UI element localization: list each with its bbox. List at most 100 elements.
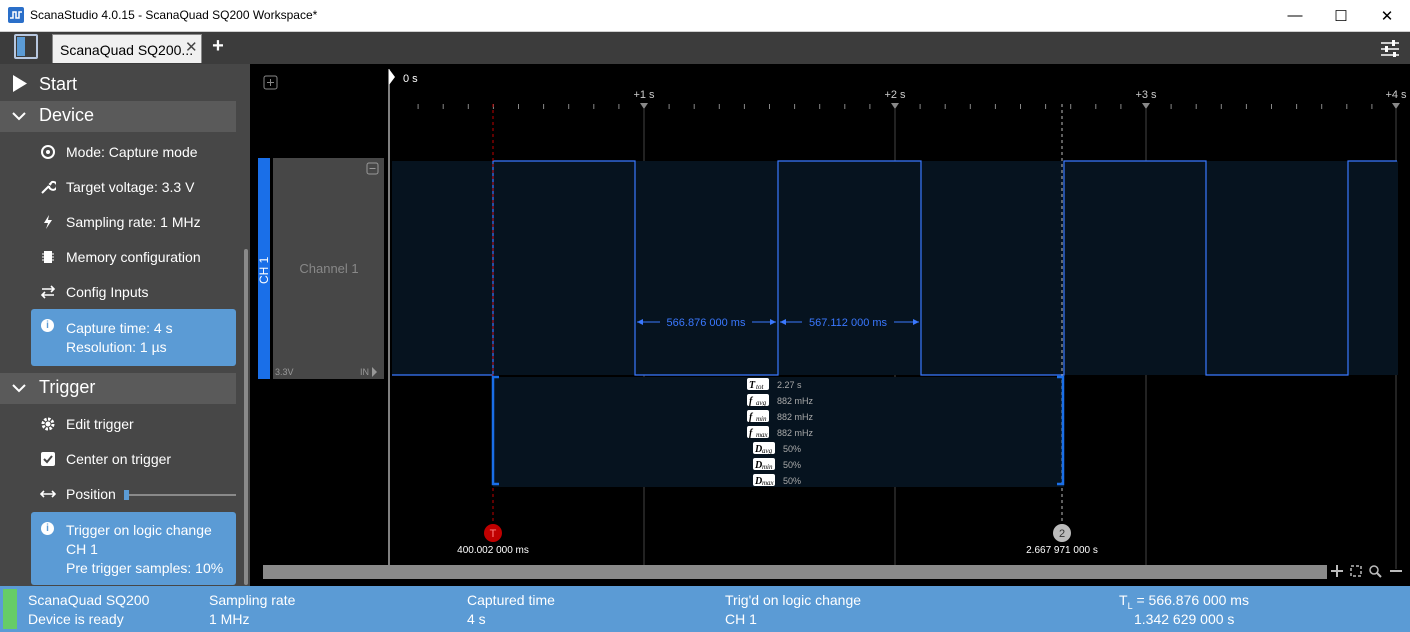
add-tab-button[interactable]: + xyxy=(208,34,228,58)
mode-item[interactable]: Mode: Capture mode xyxy=(40,142,198,162)
app-logo-icon xyxy=(8,7,24,23)
stat-key: D xyxy=(754,460,762,471)
channel-voltage: 3.3V xyxy=(275,367,294,377)
trigger-status-title: Trig'd on logic change xyxy=(725,592,862,608)
stat-value: 2.27 s xyxy=(777,380,802,390)
stat-key-sub: max xyxy=(762,479,775,487)
fit-to-screen-icon[interactable] xyxy=(1350,565,1362,577)
waveform-canvas: 0 s +1 s +2 s +3 s +4 s CH 1 Channel 1 3… xyxy=(257,69,1407,579)
resolution-text: Resolution: 1 µs xyxy=(66,339,167,355)
cursor2-marker[interactable]: 2 2.667 971 000 s xyxy=(1026,524,1098,556)
checkbox-icon[interactable] xyxy=(40,451,56,467)
start-section[interactable]: Start xyxy=(0,68,236,100)
expand-all-icon[interactable] xyxy=(263,75,278,90)
zoom-in-icon[interactable] xyxy=(1331,565,1343,577)
stat-key-sub: min xyxy=(756,415,767,423)
stat-key-sub: max xyxy=(756,431,769,439)
edit-trigger-label: Edit trigger xyxy=(66,416,134,432)
stat-row: f avg 882 mHz xyxy=(747,394,814,407)
stat-value: 50% xyxy=(783,444,801,454)
channel-tag-label: CH 1 xyxy=(257,256,271,284)
tick-label: +2 s xyxy=(884,89,906,101)
sampling-rate-label: Sampling rate: 1 MHz xyxy=(66,214,201,230)
title-bar: ScanaStudio 4.0.15 - ScanaQuad SQ200 Wor… xyxy=(0,0,1410,32)
period1-label: 566.876 000 ms xyxy=(667,317,746,329)
status-bar: ScanaQuad SQ200 Device is ready Sampling… xyxy=(0,586,1410,632)
settings-sliders-icon[interactable] xyxy=(1381,40,1399,57)
capture-info-box: i Capture time: 4 s Resolution: 1 µs xyxy=(31,309,236,366)
sampling-rate-item[interactable]: Sampling rate: 1 MHz xyxy=(40,212,201,232)
waveform-view[interactable]: 0 s +1 s +2 s +3 s +4 s CH 1 Channel 1 3… xyxy=(250,64,1410,586)
tl-measurement: TL = 566.876 000 ms xyxy=(1119,592,1249,611)
gear-icon xyxy=(41,417,55,431)
chevron-down-icon xyxy=(12,384,26,393)
sampling-rate-value: 1 MHz xyxy=(209,611,250,627)
start-label: Start xyxy=(39,74,78,94)
trigger-section-header[interactable]: Trigger xyxy=(0,373,236,404)
trigger-section-title: Trigger xyxy=(39,377,96,397)
captured-time-value: 4 s xyxy=(467,611,486,627)
memory-configuration-item[interactable]: Memory configuration xyxy=(40,247,201,267)
position-item: Position xyxy=(40,484,116,504)
close-window-button[interactable]: ✕ xyxy=(1364,0,1410,31)
device-status-indicator xyxy=(3,589,17,629)
stat-value: 882 mHz xyxy=(777,412,814,422)
slider-thumb[interactable] xyxy=(124,490,129,500)
minimize-button[interactable]: — xyxy=(1272,0,1318,31)
capture-time-text: Capture time: 4 s xyxy=(66,320,173,336)
panel-icon xyxy=(17,37,25,56)
mode-label: Mode: Capture mode xyxy=(66,144,198,160)
stat-key-sub: avg xyxy=(756,399,767,407)
origin-marker-icon[interactable] xyxy=(389,69,395,85)
trigger-marker-symbol: T xyxy=(490,528,497,540)
chip-icon xyxy=(42,251,54,263)
tab-workspace[interactable]: ScanaQuad SQ200... ✕ xyxy=(52,34,202,63)
trigger-status-value: CH 1 xyxy=(725,611,757,627)
tick-label: +1 s xyxy=(633,89,655,101)
lightning-icon xyxy=(44,215,52,229)
config-inputs-item[interactable]: Config Inputs xyxy=(40,282,149,302)
cursor2-marker-label: 2.667 971 000 s xyxy=(1026,545,1098,556)
stat-row: f min 882 mHz xyxy=(747,410,814,423)
device-section-title: Device xyxy=(39,105,95,125)
stat-key: D xyxy=(754,476,762,487)
trigger-info-box: i Trigger on logic change CH 1 Pre trigg… xyxy=(31,512,236,585)
sidebar-scrollbar[interactable] xyxy=(244,249,248,585)
wrench-icon xyxy=(41,180,56,194)
trigger-marker[interactable]: T 400.002 000 ms xyxy=(457,524,529,556)
target-voltage-item[interactable]: Target voltage: 3.3 V xyxy=(40,177,194,197)
target-voltage-label: Target voltage: 3.3 V xyxy=(66,179,195,195)
stat-value: 882 mHz xyxy=(777,396,814,406)
sidebar-toggle-button[interactable] xyxy=(14,34,38,59)
window-title: ScanaStudio 4.0.15 - ScanaQuad SQ200 Wor… xyxy=(30,8,318,22)
config-inputs-label: Config Inputs xyxy=(66,284,149,300)
tick-label: +4 s xyxy=(1385,89,1407,101)
memory-configuration-label: Memory configuration xyxy=(66,249,201,265)
tick-label: +3 s xyxy=(1135,89,1157,101)
channel-name[interactable]: Channel 1 xyxy=(299,261,358,276)
info-icon: i xyxy=(41,522,54,535)
sampling-rate-title: Sampling rate xyxy=(209,592,296,608)
pre-trigger-text: Pre trigger samples: 10% xyxy=(66,560,224,576)
center-on-trigger-label: Center on trigger xyxy=(66,451,172,467)
device-section-header[interactable]: Device xyxy=(0,101,236,132)
position-slider[interactable] xyxy=(124,490,236,500)
horizontal-scrollbar[interactable] xyxy=(263,565,1327,579)
maximize-button[interactable]: ☐ xyxy=(1318,0,1364,31)
slider-track xyxy=(124,494,236,496)
chevron-down-icon xyxy=(12,112,26,121)
stat-key-sub: min xyxy=(762,463,773,471)
double-arrow-icon xyxy=(40,490,56,498)
close-tab-icon[interactable]: ✕ xyxy=(185,38,198,56)
device-state: Device is ready xyxy=(28,611,124,627)
zoom-search-icon[interactable] xyxy=(1369,565,1382,578)
gauge-icon xyxy=(41,145,55,159)
stat-key: T xyxy=(749,380,756,391)
stat-key-sub: tot xyxy=(756,383,764,391)
stat-value: 50% xyxy=(783,460,801,470)
center-on-trigger-item[interactable]: Center on trigger xyxy=(40,449,171,469)
stat-value: 882 mHz xyxy=(777,428,814,438)
stat-row: f max 882 mHz xyxy=(747,426,814,439)
edit-trigger-item[interactable]: Edit trigger xyxy=(40,414,134,434)
signal-band xyxy=(392,161,1398,375)
